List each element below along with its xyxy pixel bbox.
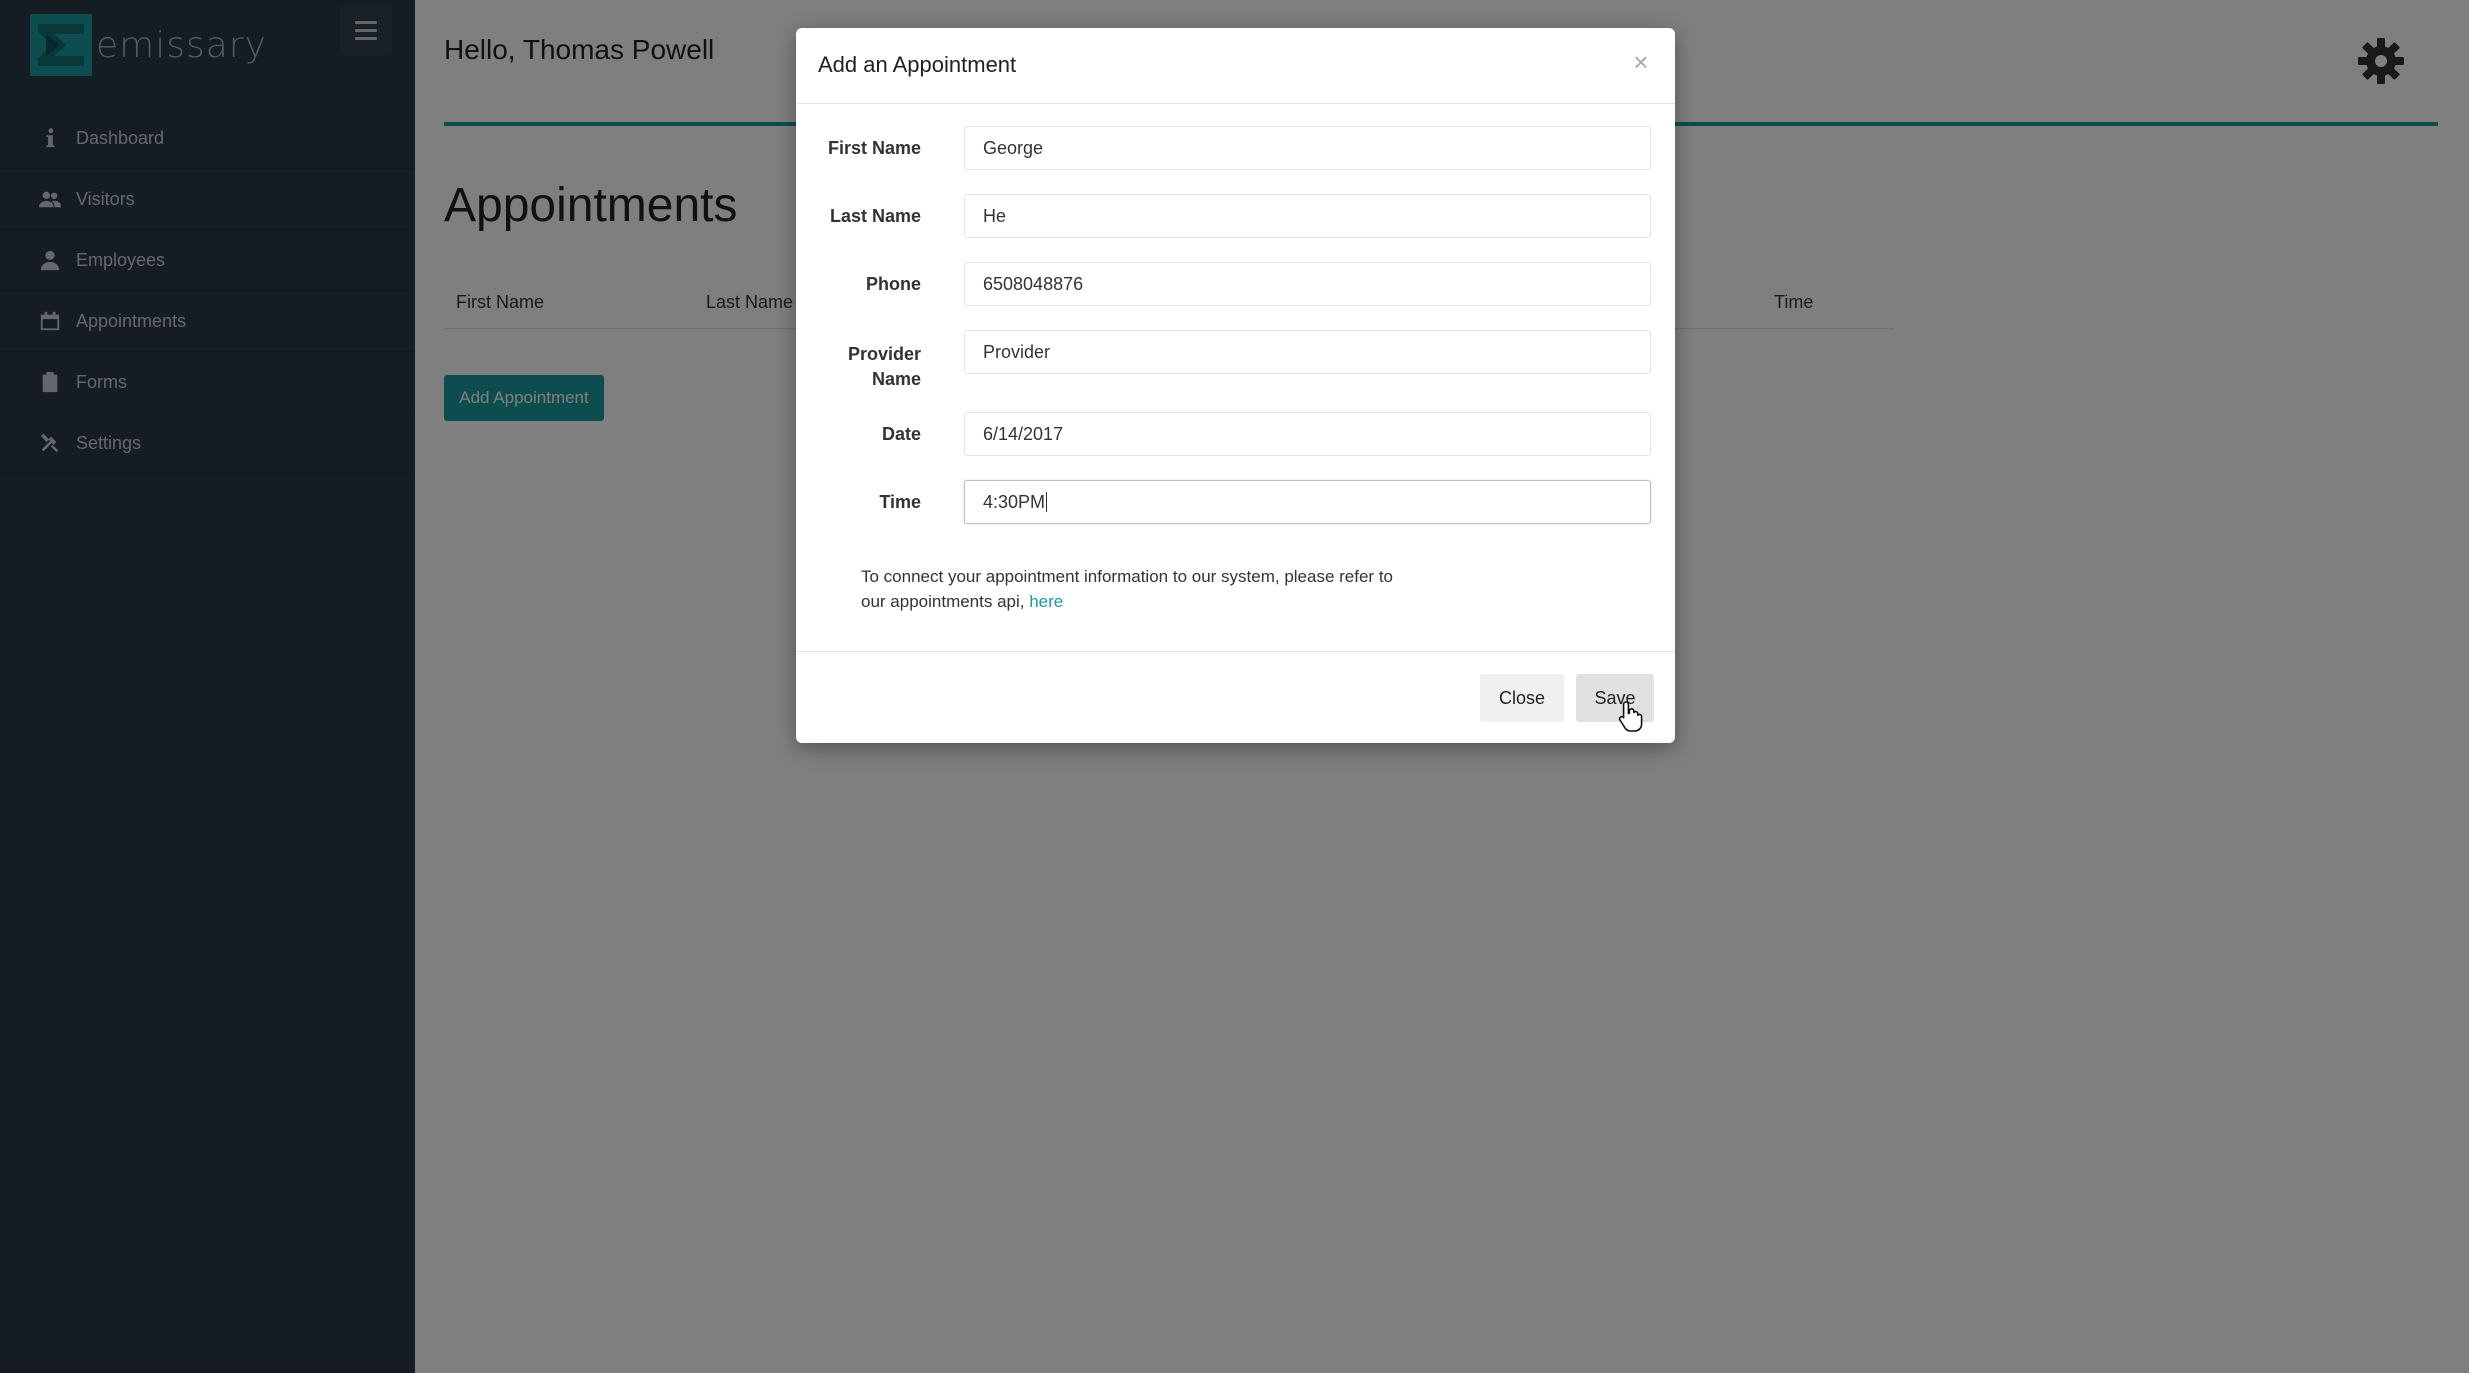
date-label: Date <box>881 424 921 444</box>
text-caret <box>1046 492 1048 512</box>
modal-footer-divider <box>796 651 1675 652</box>
modal-title: Add an Appointment <box>818 52 1017 77</box>
last-name-label: Last Name <box>829 206 921 226</box>
phone-label: Phone <box>865 274 921 294</box>
add-appointment-modal: Add an Appointment × First Name George L… <box>796 28 1675 743</box>
close-icon[interactable]: × <box>1627 48 1655 76</box>
close-button[interactable]: Close <box>1480 674 1564 722</box>
phone-input[interactable]: 6508048876 <box>964 262 1651 306</box>
first-name-input[interactable]: George <box>964 126 1651 170</box>
provider-name-input[interactable]: Provider <box>964 330 1651 374</box>
time-label: Time <box>879 492 921 512</box>
api-note: To connect your appointment information … <box>861 564 1401 614</box>
date-input[interactable]: 6/14/2017 <box>964 412 1651 456</box>
hand-pointer-icon <box>1618 701 1643 732</box>
provider-name-label: Provider Name <box>847 344 921 389</box>
time-input-value: 4:30PM <box>983 491 1046 512</box>
time-input[interactable]: 4:30PM <box>964 480 1651 524</box>
first-name-label: First Name <box>827 138 921 158</box>
modal-header: Add an Appointment × <box>796 28 1675 104</box>
last-name-input[interactable]: He <box>964 194 1651 238</box>
api-link[interactable]: here <box>1029 592 1063 611</box>
api-note-text: To connect your appointment information … <box>861 567 1393 611</box>
